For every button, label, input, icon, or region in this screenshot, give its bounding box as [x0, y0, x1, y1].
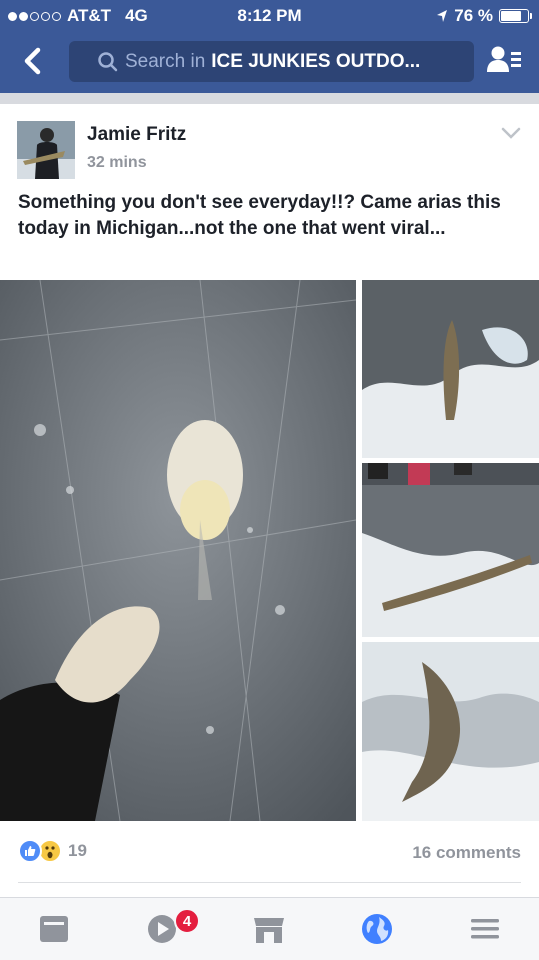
post-photo-4[interactable]: [362, 642, 539, 821]
location-icon: [437, 10, 448, 22]
battery-icon: [499, 9, 532, 23]
post-photo-3[interactable]: [362, 463, 539, 637]
divider: [18, 882, 521, 883]
search-icon: [98, 52, 118, 72]
status-bar: AT&T 4G 8:12 PM 76 %: [0, 0, 539, 32]
search-input[interactable]: Search in ICE JUNKIES OUTDO...: [69, 41, 474, 82]
search-placeholder: Search in: [125, 50, 206, 72]
comments-link[interactable]: 16 comments: [412, 843, 521, 863]
top-bar: AT&T 4G 8:12 PM 76 % Search in ICE JUNKI…: [0, 0, 539, 93]
author-name[interactable]: Jamie Fritz: [87, 124, 186, 146]
avatar[interactable]: [17, 121, 75, 179]
post-text: Something you don't see everyday!!? Came…: [18, 192, 501, 239]
menu-icon[interactable]: [467, 912, 503, 946]
video-notification-badge: 4: [174, 908, 200, 934]
post-time[interactable]: 32 mins: [87, 154, 147, 172]
friends-icon[interactable]: [486, 44, 522, 76]
post-photo-2[interactable]: [362, 280, 539, 458]
battery-percent: 76 %: [454, 6, 493, 25]
news-feed-icon[interactable]: [36, 912, 72, 946]
bottom-tab-bar: 4: [0, 897, 539, 960]
search-group-name: ICE JUNKIES OUTDO...: [211, 50, 421, 72]
reactions-summary[interactable]: 19: [18, 839, 87, 863]
marketplace-icon[interactable]: [251, 912, 287, 946]
back-icon[interactable]: [18, 44, 48, 78]
reaction-count: 19: [68, 841, 87, 860]
like-reaction-icon: [18, 839, 42, 863]
globe-icon[interactable]: [359, 912, 395, 946]
divider: [0, 93, 539, 104]
post-card: Jamie Fritz 32 mins Something you don't …: [0, 104, 539, 897]
chevron-down-icon[interactable]: [501, 126, 521, 140]
post-photo-main[interactable]: [0, 280, 356, 821]
